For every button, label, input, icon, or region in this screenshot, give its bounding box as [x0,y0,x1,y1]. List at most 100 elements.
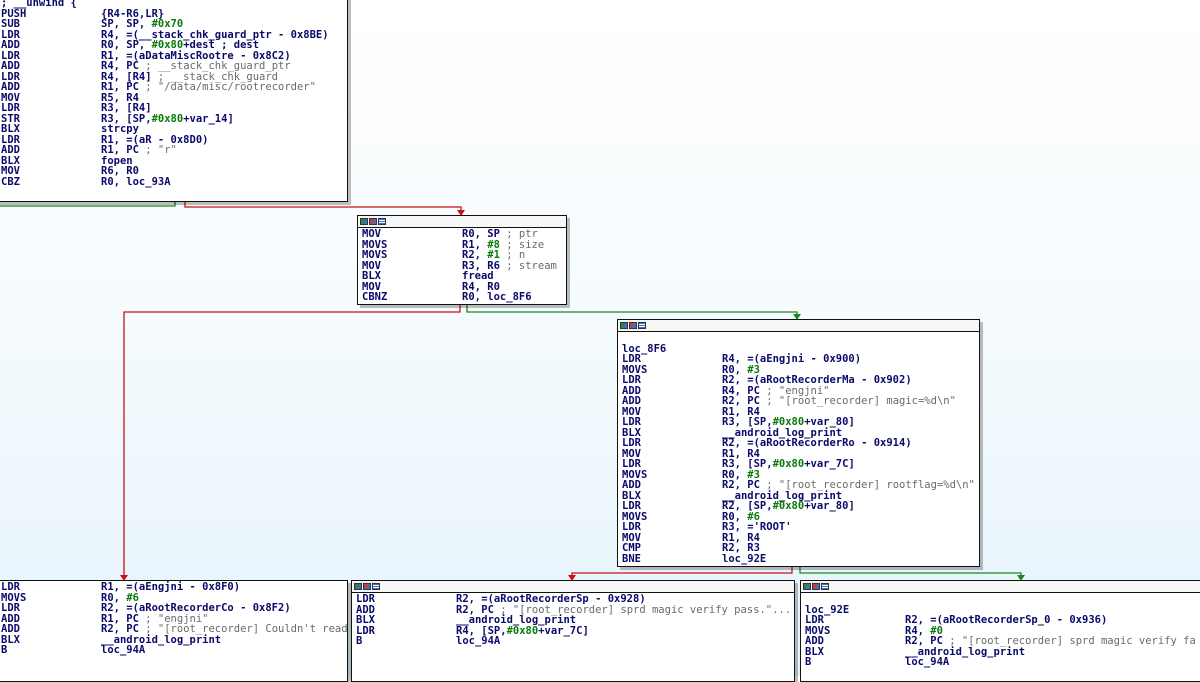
edge-fread-true [466,304,798,317]
mnemonic: LDR [356,593,375,605]
instruction-line[interactable]: STR R3, [SP,#0x80+var_14] [1,112,343,125]
instruction-line[interactable]: ADD R1, PC ; "r" [1,145,343,156]
node-header-toolbar [618,320,979,332]
instruction-line[interactable]: Bloc_94A [1,645,343,656]
instruction-line[interactable]: BLX __android_log_print [1,633,343,646]
text-view-icon[interactable] [821,583,829,590]
graph-node-fread[interactable]: MOV R0, SP ; ptr MOVS R1, #8 ; size MOVS R2, … [357,215,567,305]
mnemonic: B [805,656,812,668]
node-code: ; __unwind {PUSH {R4-R6,LR} SUB SP, SP, #0x… [0,0,347,189]
instruction-line[interactable]: MOVS R0, #6 [622,511,975,523]
graph-node-verify-pass[interactable]: LDR R2, =(aRootRecorderSp - 0x928) ADD R2, … [351,580,795,682]
instruction-line[interactable]: CBZ R0, loc_93A [1,175,343,188]
mnemonic: CBZ [1,175,20,188]
instruction-line[interactable]: LDR R3, ='ROOT' [622,522,975,533]
mnemonic: ADD [622,395,641,407]
instruction-line[interactable]: CMP R2, R3 [622,543,975,554]
instruction-line[interactable]: LDR R2, =(aRootRecorderSp_0 - 0x936) [805,615,1200,626]
instruction-line[interactable]: MOV R1, R4 [622,532,975,544]
mnemonic: LDR [356,624,375,637]
mnemonic: CBNZ [362,291,388,303]
instruction-line[interactable]: LDR R2, [SP,#0x80+var_80] [622,501,975,512]
mnemonic: ADD [1,81,20,93]
instruction-line[interactable]: BNE loc_92E [622,552,975,565]
node-code: MOV R0, SP ; ptr MOVS R1, #8 ; size MOVS R2, … [358,228,566,304]
instruction-line[interactable]: LDR R4, =(aEngjni - 0x900) [622,354,975,365]
mnemonic: CMP [622,542,641,554]
immediate-value: #0x80 [151,112,184,125]
instruction-line[interactable]: Bloc_94A [805,657,1200,668]
mnemonic: BLX [1,633,20,646]
comment: ; "[root_recorder] magic=%d\n" [759,395,956,407]
instruction-line[interactable]: BLX __android_log_print [805,645,1200,658]
mnemonic: LDR [622,353,641,365]
operands: loc_94A [456,635,501,647]
graph-node-loc-92e[interactable]: loc_92E LDR R2, =(aRootRecorderSp_0 - 0x93… [800,580,1200,682]
mnemonic: ADD [805,635,824,647]
instruction-line[interactable]: BLX fopen [1,155,343,167]
graph-node-loc-8f6[interactable]: loc_8F6 LDR R4, =(aEngjni - 0x900) MOVS R0, … [617,319,980,567]
node-code: LDR R2, =(aRootRecorderSp - 0x928) ADD R2, … [352,593,794,649]
comment: ; "/data/misc/rootrecorder" [138,81,316,93]
mnemonic: B [356,635,363,647]
operands: loc_92E [722,552,767,565]
mnemonic: BLX [1,123,20,135]
color-icon[interactable] [620,322,628,329]
node-code: LDR R1, =(aEngjni - 0x8F0) MOVS R0, #6 LDR R2… [0,581,347,658]
graph-node-entry[interactable]: ; __unwind {PUSH {R4-R6,LR} SUB SP, SP, #0x… [0,0,348,202]
graph-icon[interactable] [363,583,371,590]
mnemonic: BLX [362,270,381,282]
node-code: loc_8F6 LDR R4, =(aEngjni - 0x900) MOVS R0, … [618,332,979,566]
text-view-icon[interactable] [378,218,386,225]
color-icon[interactable] [354,583,362,590]
mnemonic: MOV [1,165,20,177]
graph-icon[interactable] [629,322,637,329]
mnemonic: LDR [1,581,20,593]
instruction-line[interactable]: ADD R1, PC ; "/data/misc/rootrecorder" [1,82,343,93]
mnemonic: MOVS [362,249,388,261]
node-code: loc_92E LDR R2, =(aRootRecorderSp_0 - 0x93… [801,593,1200,670]
mnemonic: BNE [622,552,641,565]
instruction-line[interactable]: LDR R1, =(aEngjni - 0x8F0) [1,582,343,593]
operands: loc_94A [905,656,950,668]
color-icon[interactable] [360,218,368,225]
edge-entry-false [184,201,462,213]
instruction-line[interactable]: LDR R2, =(aRootRecorderRo - 0x914) [622,438,975,449]
mnemonic: LDR [622,500,641,512]
mnemonic: ADD [622,479,641,491]
color-icon[interactable] [803,583,811,590]
operands: R0, loc_8F6 [462,291,532,303]
mnemonic: BLX [805,645,824,658]
comment: ; "r" [138,144,177,156]
code-label[interactable]: ; __unwind { [1,0,343,9]
text-view-icon[interactable] [372,583,380,590]
instruction-line[interactable]: MOV R5, R4 [1,92,343,104]
mnemonic: ADD [1,144,20,156]
mnemonic: LDR [622,458,641,470]
instruction-line[interactable]: LDR R3, [SP,#0x80+var_7C] [622,459,975,470]
instruction-line[interactable]: CBNZ R0, loc_8F6 [362,292,562,303]
node-header-toolbar [358,216,566,228]
mnemonic: LDR [1,102,20,114]
instruction-line[interactable]: ADD R2, PC ; "[root_recorder] magic=%d\n" [622,396,975,407]
mnemonic: ADD [1,39,20,51]
immediate-value: #0x80 [772,500,805,512]
edge-8f6-true [799,566,1022,578]
instruction-line[interactable]: MOV R6, R0 [1,166,343,177]
graph-icon[interactable] [369,218,377,225]
code-label[interactable] [622,333,975,344]
graph-node-magic-fail[interactable]: LDR R1, =(aEngjni - 0x8F0) MOVS R0, #6 LDR R2… [0,580,348,682]
operands: R0, loc_93A [101,175,171,188]
text-view-icon[interactable] [638,322,646,329]
mnemonic: MOV [362,228,381,240]
graph-icon[interactable] [812,583,820,590]
instruction-line[interactable]: Bloc_94A [356,636,790,647]
mnemonic: LDR [622,416,641,428]
node-header-toolbar [801,581,1200,593]
mnemonic: LDR [1,602,20,614]
comment: ; stream [499,259,557,272]
instruction-line[interactable]: LDR R4, [SP,#0x80+var_7C] [356,624,790,637]
code-label[interactable] [805,594,1200,605]
mnemonic: ADD [1,60,20,72]
mnemonic: LDR [622,437,641,449]
